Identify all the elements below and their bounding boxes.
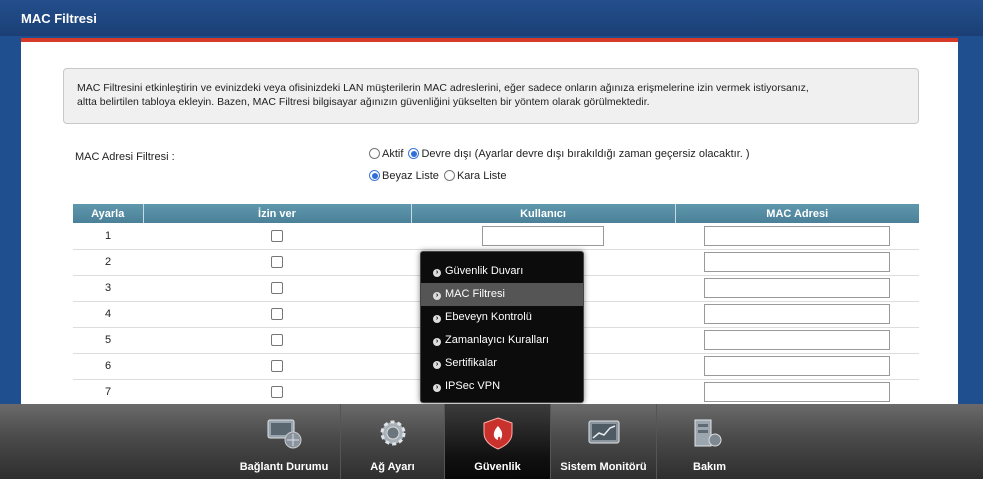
taskbar-connection-status[interactable]: Bağlantı Durumu: [228, 404, 341, 479]
allow-cell: [143, 249, 411, 276]
row-index: 5: [73, 327, 143, 354]
chevron-right-icon: ›: [433, 361, 441, 369]
security-submenu: › Güvenlik Duvarı › MAC Filtresi › Ebeveyn Ko…: [420, 251, 584, 403]
mac-address-input[interactable]: [704, 330, 890, 350]
submenu-item-label: Sertifikalar: [445, 357, 497, 369]
mac-cell: [675, 223, 919, 250]
submenu-item[interactable]: › Sertifikalar: [421, 352, 583, 375]
bottom-taskbar: Bağlantı Durumu Ağ Ayarı Güvenlik Sistem…: [0, 404, 983, 479]
list-mode-group: Beyaz Liste Kara Liste: [369, 170, 506, 182]
submenu-item-label: Zamanlayıcı Kuralları: [445, 334, 549, 346]
disabled-radio[interactable]: [408, 148, 420, 159]
taskbar-label-security: Güvenlik: [474, 461, 521, 473]
info-box: MAC Filtresini etkinleştirin ve evinizde…: [63, 68, 919, 124]
mac-address-input[interactable]: [704, 356, 890, 376]
table-header-row: Ayarla İzin ver Kullanıcı MAC Adresi: [73, 204, 919, 223]
user-cell: [411, 223, 675, 250]
allow-checkbox[interactable]: [271, 282, 283, 295]
mac-cell: [675, 301, 919, 328]
table-row: 1: [73, 223, 919, 250]
submenu-item-label: Ebeveyn Kontrolü: [445, 311, 532, 323]
gear-icon: [380, 420, 405, 446]
row-index: 7: [73, 379, 143, 406]
row-index: 6: [73, 353, 143, 380]
allow-checkbox[interactable]: [271, 256, 283, 269]
allow-checkbox[interactable]: [271, 229, 283, 242]
allow-checkbox[interactable]: [271, 334, 283, 347]
blacklist-radio[interactable]: [443, 170, 455, 181]
taskbar-label-network: Ağ Ayarı: [370, 461, 415, 473]
active-label: Aktif: [382, 148, 404, 160]
chevron-right-icon: ›: [433, 384, 441, 392]
col-header-mac: MAC Adresi: [675, 204, 919, 223]
info-text-line2: altta belirtilen tabloya ekleyin. Bazen,…: [77, 96, 650, 108]
blacklist-label: Kara Liste: [456, 170, 507, 182]
submenu-item[interactable]: › IPSec VPN: [421, 375, 583, 398]
taskbar-maintenance[interactable]: Bakım: [657, 404, 757, 479]
allow-cell: [143, 353, 411, 380]
submenu-item[interactable]: › Ebeveyn Kontrolü: [421, 306, 583, 329]
taskbar-system-monitor[interactable]: Sistem Monitörü: [551, 404, 657, 479]
chevron-right-icon: ›: [433, 315, 441, 323]
taskbar-label-maintenance: Bakım: [693, 461, 727, 473]
mac-address-input[interactable]: [704, 278, 890, 298]
mac-cell: [675, 275, 919, 302]
whitelist-radio[interactable]: [369, 170, 380, 181]
taskbar-security[interactable]: Güvenlik: [445, 404, 551, 479]
user-input[interactable]: [482, 225, 604, 246]
allow-cell: [143, 301, 411, 328]
page-title: MAC Filtresi: [0, 0, 983, 36]
chart-monitor-icon: [588, 420, 619, 444]
row-index: 2: [73, 249, 143, 276]
submenu-item-label: IPSec VPN: [445, 380, 501, 392]
chevron-right-icon: ›: [433, 338, 441, 346]
row-index: 4: [73, 301, 143, 328]
filter-mode-group: Aktif Devre dışı (Ayarlar devre dışı bır…: [369, 148, 750, 160]
allow-cell: [143, 327, 411, 354]
allow-cell: [143, 379, 411, 406]
chevron-right-icon: ›: [433, 292, 441, 300]
taskbar-label-monitor: Sistem Monitörü: [560, 461, 647, 473]
mac-address-input[interactable]: [704, 304, 890, 324]
submenu-item-label: MAC Filtresi: [445, 288, 505, 300]
allow-checkbox[interactable]: [271, 360, 283, 373]
mac-address-input[interactable]: [704, 225, 890, 246]
col-header-user: Kullanıcı: [411, 204, 676, 223]
info-text-line1: MAC Filtresini etkinleştirin ve evinizde…: [77, 82, 809, 94]
whitelist-label: Beyaz Liste: [382, 170, 439, 182]
disabled-label: Devre dışı (Ayarlar devre dışı bırakıldı…: [421, 148, 750, 160]
server-tools-icon: [694, 419, 722, 447]
monitor-globe-icon: [267, 419, 302, 449]
allow-cell: [143, 275, 411, 302]
row-index: 3: [73, 275, 143, 302]
chevron-right-icon: ›: [433, 269, 441, 277]
col-header-set: Ayarla: [73, 204, 144, 223]
mac-cell: [675, 379, 919, 406]
mac-cell: [675, 249, 919, 276]
submenu-item[interactable]: › Zamanlayıcı Kuralları: [421, 329, 583, 352]
taskbar-network-settings[interactable]: Ağ Ayarı: [341, 404, 445, 479]
mac-cell: [675, 353, 919, 380]
shield-flame-icon: [483, 417, 512, 450]
col-header-allow: İzin ver: [143, 204, 412, 223]
allow-checkbox[interactable]: [271, 386, 283, 399]
submenu-item-label: Güvenlik Duvarı: [445, 265, 524, 277]
submenu-item[interactable]: › MAC Filtresi: [421, 283, 583, 306]
active-radio[interactable]: [369, 148, 380, 159]
mac-filter-label: MAC Adresi Filtresi :: [75, 151, 175, 163]
mac-cell: [675, 327, 919, 354]
row-index: 1: [73, 223, 143, 250]
submenu-item[interactable]: › Güvenlik Duvarı: [421, 260, 583, 283]
mac-address-input[interactable]: [704, 382, 890, 402]
allow-checkbox[interactable]: [271, 308, 283, 321]
mac-address-input[interactable]: [704, 252, 890, 272]
taskbar-label-connection: Bağlantı Durumu: [239, 461, 329, 473]
allow-cell: [143, 223, 411, 250]
